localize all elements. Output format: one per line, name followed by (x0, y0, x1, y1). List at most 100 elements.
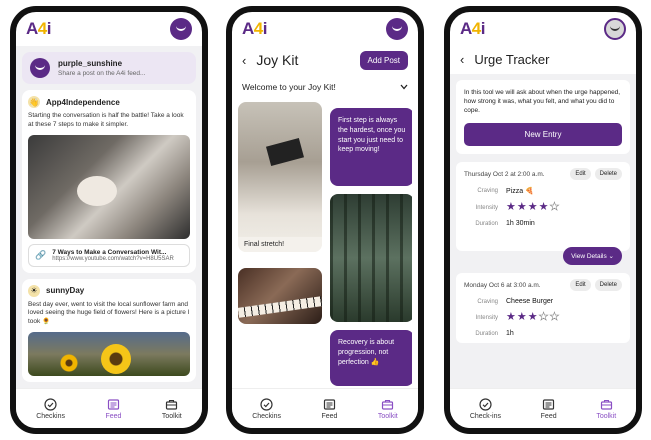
profile-avatar[interactable] (386, 18, 408, 40)
edit-button[interactable]: Edit (570, 279, 591, 292)
add-post-button[interactable]: Add Post (359, 50, 408, 70)
joy-card-text[interactable]: First step is always the hardest, once y… (330, 108, 412, 186)
tab-checkins[interactable]: Check-ins (470, 397, 501, 420)
top-bar: A4i (16, 12, 202, 46)
top-bar: A4i (450, 12, 636, 46)
page-header: ‹ Joy Kit Add Post (232, 46, 418, 74)
share-username: purple_sunshine (58, 59, 123, 68)
joy-card-image[interactable] (238, 268, 322, 324)
wave-icon: 👋 (28, 96, 40, 108)
check-circle-icon (479, 397, 492, 411)
phone-joykit: A4i ‹ Joy Kit Add Post Welcome to your J… (226, 6, 424, 434)
feed-post[interactable]: 👋 App4Independence Starting the conversa… (22, 90, 196, 273)
delete-button[interactable]: Delete (594, 168, 622, 181)
post-link[interactable]: 🔗 7 Ways to Make a Conversation Wit... h… (28, 243, 190, 267)
star-empty-icon: ★ (538, 311, 549, 324)
user-avatar (30, 58, 50, 78)
joy-card-image[interactable]: Final stretch! (238, 102, 322, 252)
link-url: https://www.youtube.com/watch?v=H8U5SAR (52, 255, 174, 262)
delete-button[interactable]: Delete (594, 279, 622, 292)
profile-avatar[interactable] (170, 18, 192, 40)
welcome-dropdown[interactable]: Welcome to your Joy Kit! (232, 76, 418, 98)
tab-toolkit[interactable]: Toolkit (596, 398, 616, 420)
intensity-label: Intensity (475, 314, 498, 321)
craving-value: Cheese Burger (506, 298, 554, 306)
toolbox-icon (381, 398, 394, 411)
tab-checkins[interactable]: Checkins (36, 397, 65, 420)
star-filled-icon: ★ (527, 311, 538, 324)
joy-card-text[interactable]: Recovery is about progression, not perfe… (330, 330, 412, 386)
star-empty-icon: ★ (549, 311, 560, 324)
post-image (28, 134, 190, 239)
star-filled-icon: ★ (516, 311, 527, 324)
star-filled-icon: ★ (527, 201, 538, 214)
tab-feed[interactable]: Feed (105, 398, 121, 420)
chevron-down-icon: ⌄ (608, 253, 614, 261)
tab-feed[interactable]: Feed (321, 398, 337, 420)
post-text: Starting the conversation is half the ba… (28, 112, 184, 128)
back-arrow-icon[interactable]: ‹ (242, 53, 246, 68)
tab-checkins[interactable]: Checkins (252, 397, 281, 420)
app-logo: A4i (460, 19, 486, 38)
intensity-stars: ★ ★ ★ ★ ★ (506, 201, 560, 214)
star-filled-icon: ★ (538, 201, 549, 214)
urge-entry: Monday Oct 6 at 3:00 a.m. Edit Delete Cr… (456, 273, 630, 344)
bottom-nav: Checkins Feed Toolkit (232, 388, 418, 428)
new-entry-button[interactable]: New Entry (464, 123, 622, 147)
duration-label: Duration (475, 330, 498, 337)
duration-label: Duration (475, 220, 498, 227)
page-title: Urge Tracker (474, 51, 550, 67)
check-circle-icon (260, 397, 273, 411)
link-title: 7 Ways to Make a Conversation Wit... (52, 248, 167, 256)
entry-date: Monday Oct 6 at 3:00 a.m. (464, 281, 541, 289)
top-bar: A4i (232, 12, 418, 46)
edit-button[interactable]: Edit (570, 168, 591, 181)
toolbox-icon (600, 398, 613, 411)
urge-entry: Thursday Oct 2 at 2:00 a.m. Edit Delete … (456, 162, 630, 266)
app-logo: A4i (26, 19, 52, 38)
share-prompt: Share a post on the A4i feed... (58, 70, 146, 77)
check-circle-icon (44, 397, 57, 411)
star-filled-icon: ★ (516, 201, 527, 214)
phone-urge-tracker: A4i ‹ Urge Tracker In this tool we will … (444, 6, 642, 434)
intensity-stars: ★ ★ ★ ★ ★ (506, 311, 560, 324)
chevron-down-icon (400, 82, 408, 92)
tab-feed[interactable]: Feed (541, 398, 557, 420)
star-empty-icon: ★ (549, 201, 560, 214)
bottom-nav: Check-ins Feed Toolkit (450, 388, 636, 428)
bottom-nav: Checkins Feed Toolkit (16, 388, 202, 428)
intro-text: In this tool we will ask about when the … (464, 89, 621, 115)
profile-avatar[interactable] (604, 18, 626, 40)
joy-kit-grid: Final stretch! First step is always the … (238, 102, 412, 388)
welcome-text: Welcome to your Joy Kit! (242, 82, 336, 92)
post-author: sunnyDay (46, 286, 85, 296)
back-arrow-icon[interactable]: ‹ (460, 52, 464, 67)
app-logo: A4i (242, 19, 268, 38)
craving-label: Craving (477, 298, 498, 305)
post-text: Best day ever, went to visit the local s… (28, 300, 190, 326)
newspaper-icon (107, 398, 120, 411)
feed-list: purple_sunshine Share a post on the A4i … (16, 46, 202, 388)
share-post-card[interactable]: purple_sunshine Share a post on the A4i … (22, 52, 196, 84)
post-author: App4Independence (46, 97, 120, 107)
duration-value: 1h (506, 330, 514, 338)
entry-date: Thursday Oct 2 at 2:00 a.m. (464, 170, 545, 178)
page-title: Joy Kit (256, 52, 299, 68)
tab-toolkit[interactable]: Toolkit (162, 398, 182, 420)
newspaper-icon (323, 398, 336, 411)
link-icon: 🔗 (35, 249, 47, 260)
post-image (28, 331, 190, 376)
joy-card-image[interactable] (330, 194, 412, 322)
phone-feed: A4i purple_sunshine Share a post on the … (10, 6, 208, 434)
toolbox-icon (165, 398, 178, 411)
view-details-button[interactable]: View Details ⌄ (563, 247, 622, 266)
newspaper-icon (542, 398, 555, 411)
duration-value: 1h 30min (506, 220, 535, 228)
page-header: ‹ Urge Tracker (450, 46, 636, 72)
tab-toolkit[interactable]: Toolkit (378, 398, 398, 420)
feed-post[interactable]: ☀ sunnyDay Best day ever, went to visit … (22, 278, 196, 382)
image-caption: Final stretch! (238, 237, 322, 252)
craving-label: Craving (477, 188, 498, 195)
sun-icon: ☀ (28, 284, 40, 297)
craving-value: Pizza 🍕 (506, 188, 534, 196)
